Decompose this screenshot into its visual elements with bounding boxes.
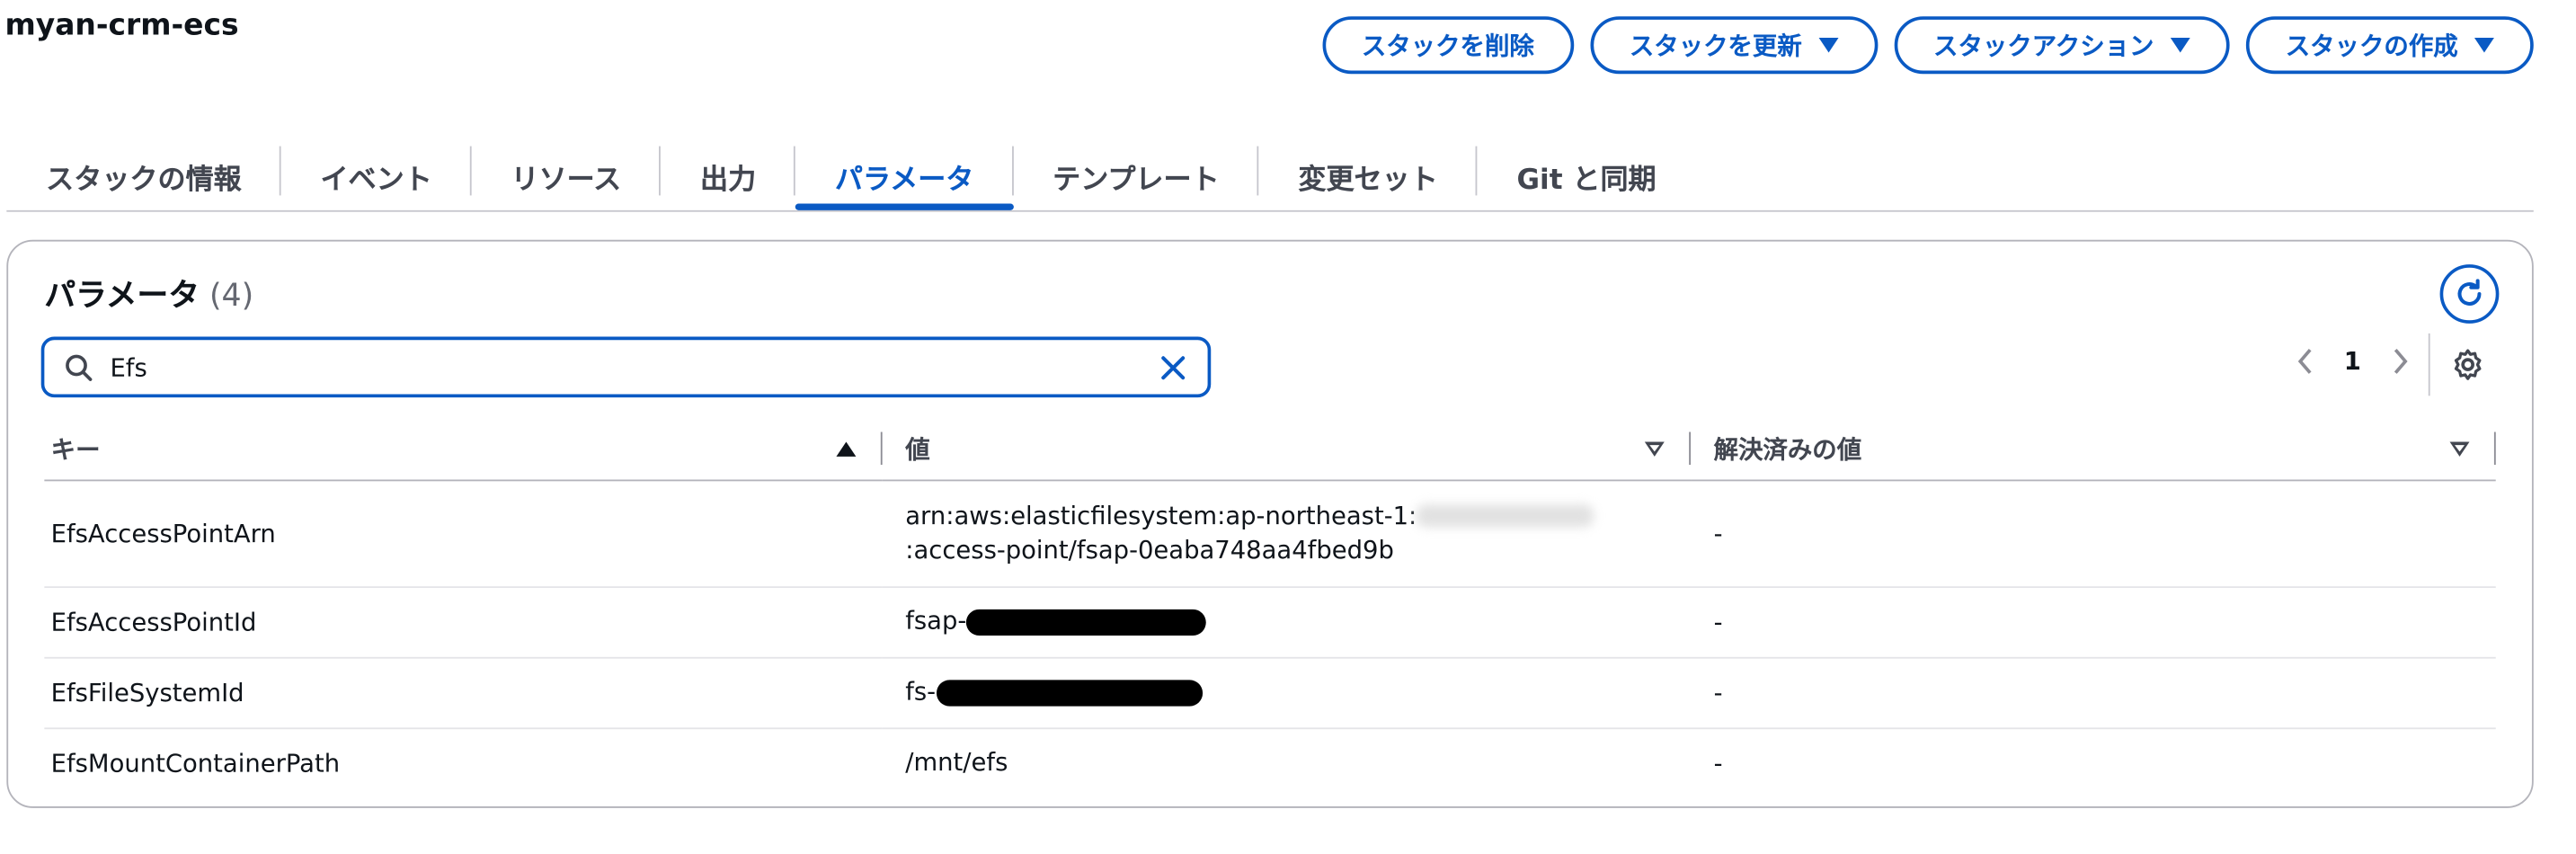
param-value: /mnt/efs [905, 747, 1008, 778]
column-header-value[interactable]: 値 [882, 418, 1692, 481]
column-label: 値 [905, 434, 930, 465]
param-resolved: - [1691, 656, 2496, 729]
search-input[interactable] [110, 342, 1159, 392]
table-row: EfsMountContainerPath /mnt/efs - [44, 727, 2495, 798]
create-stack-button[interactable]: スタックの作成 [2245, 16, 2534, 75]
param-value-suffix: :access-point/fsap-0eaba748aa4fbed9b [905, 534, 1394, 565]
caret-down-icon [1818, 38, 1839, 53]
tab-label: テンプレート [1053, 163, 1220, 197]
redacted-value [966, 608, 1207, 636]
table-row: EfsAccessPointId fsap- - [44, 586, 2496, 658]
param-resolved: - [1713, 748, 1723, 778]
param-value-prefix: fs- [905, 676, 937, 707]
param-value-prefix: arn:aws:elasticfilesystem:ap-northeast-1… [905, 500, 1417, 530]
tab-outputs[interactable]: 出力 [661, 141, 796, 210]
create-stack-label: スタックの作成 [2285, 31, 2458, 61]
refresh-icon [2457, 279, 2482, 306]
tab-git-sync[interactable]: Git と同期 [1478, 141, 1696, 210]
tab-template[interactable]: テンプレート [1013, 141, 1258, 210]
param-resolved: - [1691, 586, 2496, 658]
parameters-table: キー 値 解決済みの値 EfsAccessPointArn arn:aws:el… [44, 418, 2496, 798]
tab-stack-info[interactable]: スタックの情報 [6, 141, 281, 210]
column-label: 解決済みの値 [1713, 434, 1862, 465]
tab-label: パラメータ [834, 163, 974, 197]
column-label: キー [50, 434, 101, 465]
parameter-count: (4) [209, 277, 254, 314]
tab-label: リソース [511, 163, 622, 197]
gear-icon[interactable] [2450, 346, 2486, 382]
param-value: fs- [882, 656, 1692, 729]
redacted-value [936, 679, 1203, 706]
stack-tabs: スタックの情報 イベント リソース 出力 パラメータ テンプレート 変更セット … [6, 141, 2534, 212]
stack-actions-label: スタックアクション [1933, 31, 2154, 61]
delete-stack-label: スタックを削除 [1361, 31, 1534, 61]
tab-change-sets[interactable]: 変更セット [1259, 141, 1478, 210]
param-value-prefix: fsap- [905, 606, 967, 636]
param-value: fsap- [882, 586, 1692, 658]
refresh-button[interactable] [2439, 264, 2500, 324]
clear-icon[interactable] [1159, 352, 1188, 382]
chevron-right-icon[interactable] [2391, 346, 2411, 376]
param-key: EfsAccessPointArn [44, 479, 883, 588]
tab-label: スタックの情報 [46, 163, 242, 197]
tab-label: Git と同期 [1516, 163, 1657, 197]
update-stack-button[interactable]: スタックを更新 [1589, 16, 1878, 75]
stack-actions-button[interactable]: スタックアクション [1894, 16, 2230, 75]
tab-resources[interactable]: リソース [472, 141, 662, 210]
panel-title-text: パラメータ [44, 277, 200, 314]
pagination: 1 [2295, 346, 2411, 376]
sort-ascending-icon [836, 441, 857, 457]
column-resizer[interactable] [2493, 431, 2496, 466]
table-row: EfsFileSystemId fs- - [44, 656, 2496, 729]
panel-title: パラメータ (4) [44, 271, 253, 315]
tab-label: 出力 [700, 163, 757, 197]
param-value: arn:aws:elasticfilesystem:ap-northeast-1… [882, 479, 1692, 588]
parameters-panel: パラメータ (4) Efs 1 キー 値 解決済みの値 EfsAccessPoi… [6, 239, 2534, 808]
chevron-left-icon[interactable] [2295, 346, 2314, 376]
sort-icon [2449, 441, 2470, 457]
tab-label: 変更セット [1298, 163, 1438, 197]
active-tab-indicator [795, 203, 1014, 210]
tab-label: イベント [320, 163, 432, 197]
column-header-resolved[interactable]: 解決済みの値 [1691, 418, 2496, 481]
sort-icon [1644, 441, 1665, 457]
caret-down-icon [2170, 38, 2190, 53]
tab-parameters[interactable]: パラメータ [795, 141, 1014, 210]
pager-divider [2428, 333, 2430, 396]
param-key: EfsMountContainerPath [50, 748, 341, 778]
update-stack-label: スタックを更新 [1629, 31, 1802, 61]
page-number[interactable]: 1 [2344, 346, 2361, 376]
tab-events[interactable]: イベント [281, 141, 472, 210]
page-title: myan-crm-ecs [4, 8, 239, 43]
search-field[interactable] [40, 336, 1212, 398]
delete-stack-button[interactable]: スタックを削除 [1321, 16, 1574, 75]
column-header-key[interactable]: キー [44, 418, 883, 481]
table-row: EfsAccessPointArn arn:aws:elasticfilesys… [44, 479, 2496, 588]
search-icon [64, 352, 93, 382]
blurred-account-id [1417, 503, 1594, 528]
param-resolved: - [1691, 479, 2496, 588]
stack-action-bar: スタックを削除 スタックを更新 スタックアクション スタックの作成 [1321, 16, 2534, 75]
param-key: EfsFileSystemId [44, 656, 883, 729]
param-key: EfsAccessPointId [44, 586, 883, 658]
caret-down-icon [2474, 38, 2494, 53]
